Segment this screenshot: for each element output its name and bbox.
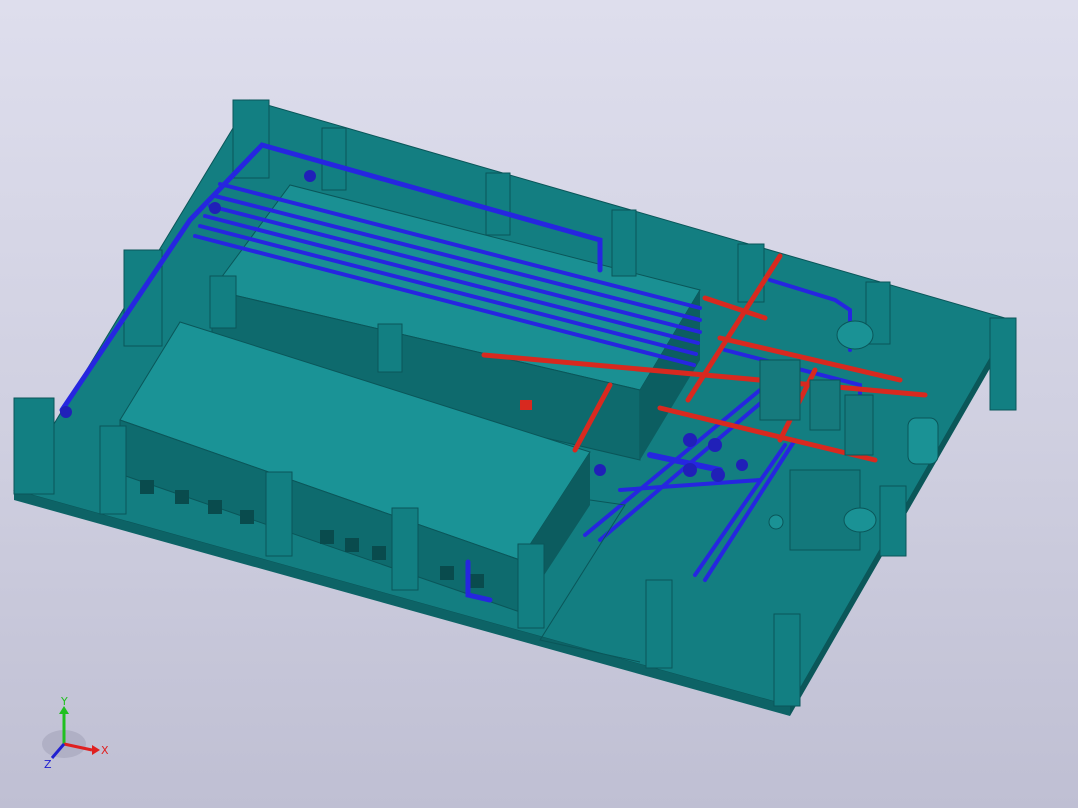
x-axis-label: X: [101, 744, 109, 757]
axis-triad[interactable]: Y X Z: [38, 694, 118, 770]
3d-model-scene[interactable]: [0, 0, 1078, 808]
y-axis-label: Y: [60, 695, 68, 708]
x-axis-head: [92, 745, 100, 755]
cad-viewport[interactable]: Y X Z: [0, 0, 1078, 808]
z-axis-label: Z: [44, 758, 52, 770]
